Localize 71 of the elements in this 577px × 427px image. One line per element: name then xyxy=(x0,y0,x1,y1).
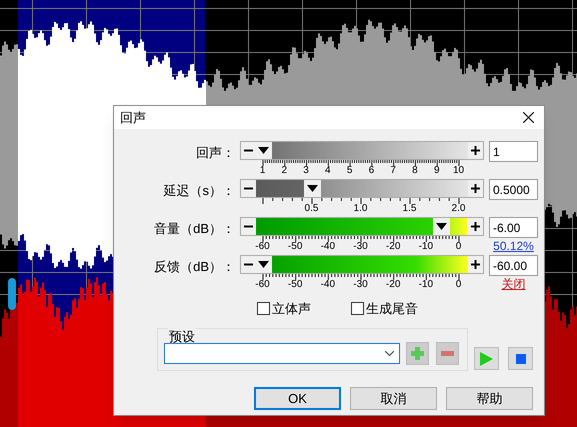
chevron-down-icon xyxy=(385,350,394,356)
tick-label: -20 xyxy=(386,241,400,253)
tick-label: 5 xyxy=(346,165,352,177)
dialog-button[interactable]: OK xyxy=(254,387,341,410)
play-icon xyxy=(480,352,493,366)
tick-label: 0 xyxy=(456,279,462,291)
tick-label: 7 xyxy=(390,165,396,177)
dialog-button[interactable]: 帮助 xyxy=(446,387,533,410)
slider-thumb[interactable] xyxy=(304,180,320,197)
plus-icon xyxy=(471,146,480,155)
tick-label: 0 xyxy=(456,241,462,253)
window-title: 回声 xyxy=(120,108,146,127)
percent-link[interactable]: 50.12% xyxy=(493,239,534,253)
slider-label: 延迟（s）： xyxy=(162,182,236,200)
tick-label: -60 xyxy=(255,241,270,253)
tick-label: -40 xyxy=(320,279,336,291)
tick-label: -40 xyxy=(320,241,336,253)
plus-icon xyxy=(471,184,480,193)
off-link[interactable]: 关闭 xyxy=(502,277,526,291)
checkbox-label: 立体声 xyxy=(272,300,311,318)
tick-label: 2.0 xyxy=(452,203,466,215)
tick-label: 1 xyxy=(260,165,266,177)
plus-icon xyxy=(411,346,424,360)
tick-label: -60 xyxy=(255,279,270,291)
slider-label: 音量（dB）： xyxy=(153,220,236,238)
tick-label: -10 xyxy=(418,241,434,253)
tick-label: 1.5 xyxy=(402,203,416,215)
tick-label: 4 xyxy=(325,165,331,177)
tick-label: 6 xyxy=(368,165,374,177)
tick-label: 9 xyxy=(434,165,440,177)
close-icon[interactable] xyxy=(523,112,534,123)
plus-button[interactable] xyxy=(468,180,483,197)
dialog-button[interactable]: 取消 xyxy=(350,387,437,410)
tick-label: -50 xyxy=(288,241,302,253)
slider-thumb[interactable] xyxy=(432,218,450,235)
remove-preset-button[interactable] xyxy=(436,342,459,364)
value-field[interactable]: 0.5000 xyxy=(489,179,538,200)
value-field[interactable]: 1 xyxy=(489,141,538,162)
tick-label: 10 xyxy=(452,165,464,177)
value-field[interactable]: -60.00 xyxy=(489,255,538,276)
checkbox[interactable] xyxy=(257,302,270,316)
tick-label: -30 xyxy=(353,279,368,291)
minus-button[interactable] xyxy=(241,256,256,273)
slider-thumb[interactable] xyxy=(256,142,272,159)
tick-label: -50 xyxy=(288,279,302,291)
minus-button[interactable] xyxy=(241,218,256,235)
minus-button[interactable] xyxy=(241,180,256,197)
preset-dropdown[interactable] xyxy=(164,342,400,364)
slider-thumb[interactable] xyxy=(256,256,272,273)
minus-icon xyxy=(441,350,454,356)
tick-label: 2 xyxy=(281,165,288,177)
tick-label: 3 xyxy=(303,165,309,177)
tick-label: -10 xyxy=(418,279,434,291)
stop-icon xyxy=(516,354,526,364)
slider-label: 反馈（dB）： xyxy=(153,258,236,276)
stop-button[interactable] xyxy=(508,347,533,370)
checkbox[interactable] xyxy=(351,302,364,316)
plus-icon xyxy=(471,222,480,231)
value-field[interactable]: -6.00 xyxy=(489,217,538,238)
tick-label: 1.0 xyxy=(354,203,368,215)
plus-button[interactable] xyxy=(468,142,483,159)
tick-label: -20 xyxy=(386,279,400,291)
checkbox-label: 生成尾音 xyxy=(366,300,418,318)
tick-label: 0.5 xyxy=(304,203,318,215)
tick-label: 8 xyxy=(412,165,418,177)
slider-label: 回声： xyxy=(195,144,236,162)
minus-button[interactable] xyxy=(241,142,256,159)
plus-button[interactable] xyxy=(468,218,483,235)
plus-button[interactable] xyxy=(468,256,483,273)
plus-icon xyxy=(471,260,480,269)
tick-label: -30 xyxy=(353,241,368,253)
